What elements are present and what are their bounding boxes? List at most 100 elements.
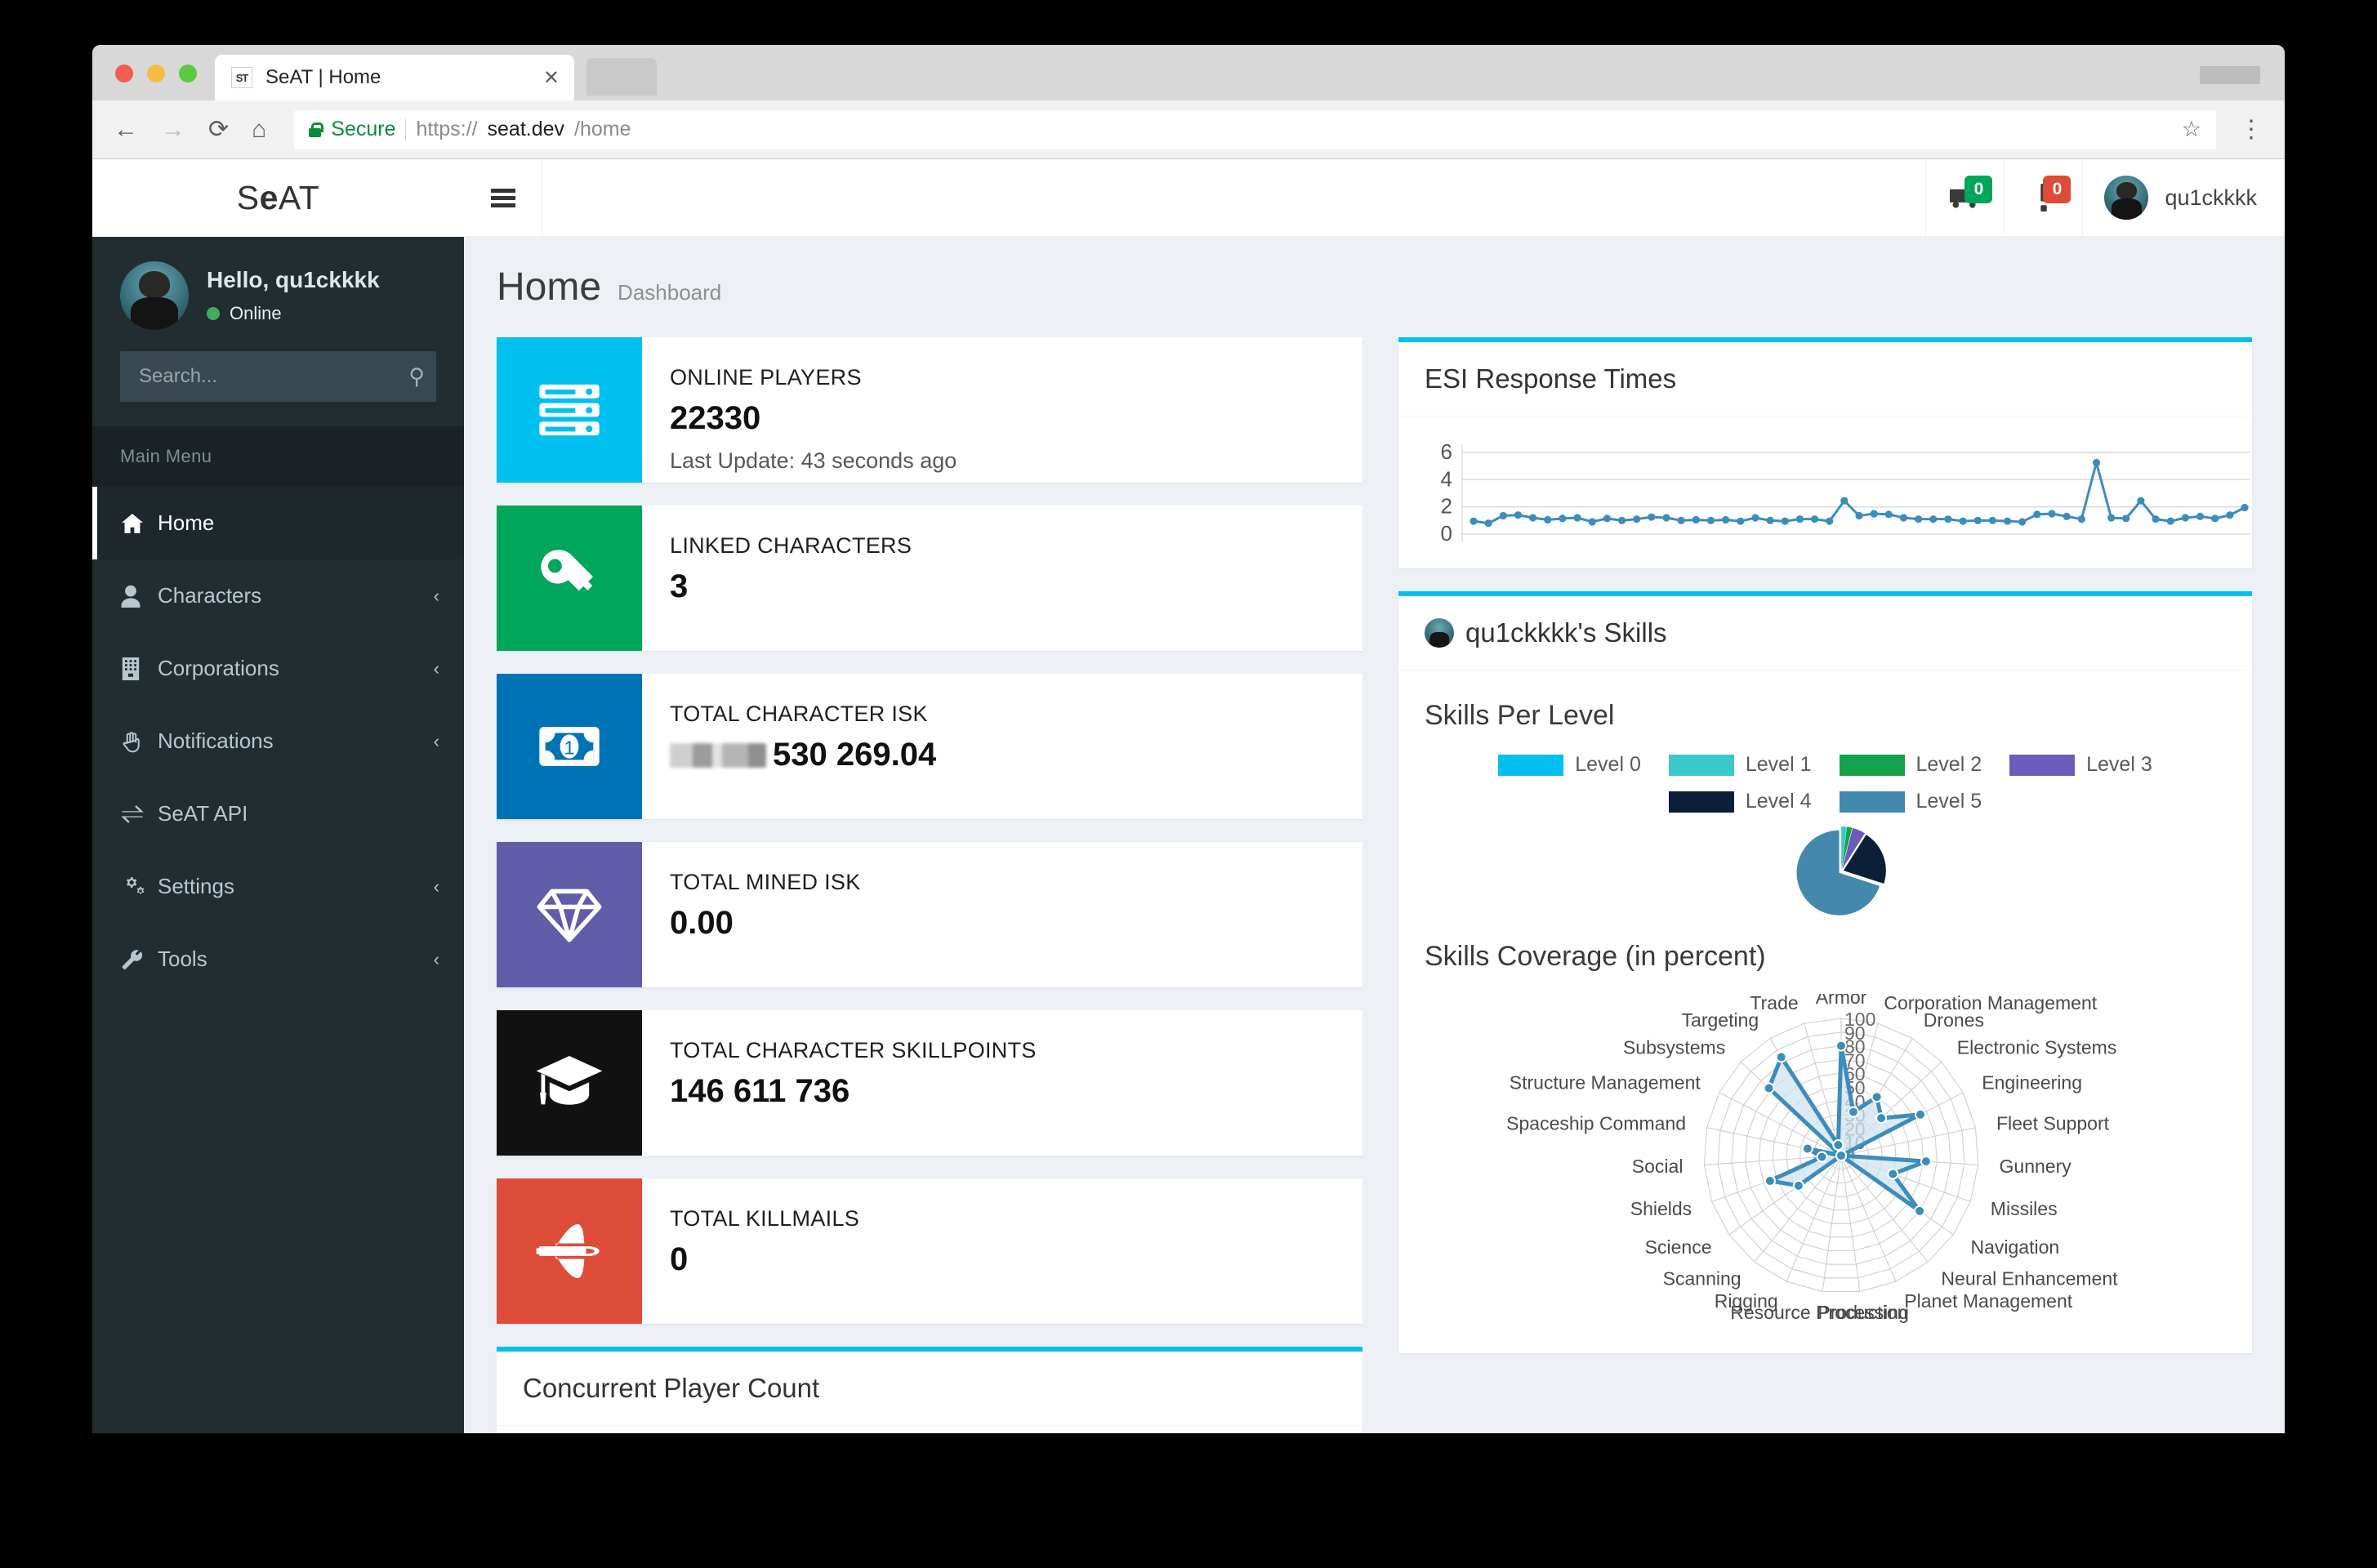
wrench-icon [120, 948, 158, 971]
favicon: ST [231, 67, 252, 88]
alerts-button[interactable]: 0 [2004, 158, 2082, 237]
stat-card-total-mined-isk[interactable]: TOTAL MINED ISK 0.00 [497, 842, 1362, 987]
skills-coverage-radar-chart: 0102030405060708090100ArmorCorporation M… [1506, 994, 2118, 1323]
svg-text:Subsystems: Subsystems [1623, 1037, 1725, 1058]
close-window-button[interactable] [115, 65, 133, 82]
space-shuttle-icon [497, 1178, 642, 1324]
sidebar-item-corporations[interactable]: Corporations ‹ [92, 632, 464, 705]
legend-label: Level 5 [1915, 790, 1982, 813]
url-host: seat.dev [487, 118, 565, 140]
minimize-window-button[interactable] [147, 65, 165, 82]
stat-card-online-players[interactable]: ONLINE PLAYERS 22330 Last Update: 43 sec… [497, 337, 1362, 483]
chevron-left-icon: ‹ [433, 730, 439, 751]
back-icon[interactable]: ← [114, 117, 138, 142]
legend-label: Level 3 [2086, 753, 2152, 776]
stat-value: 0 [670, 1241, 689, 1277]
pie-legend: Level 0 Level 1 Level 2 Level 3 Level 4 Level… [1425, 753, 2226, 813]
esi-line-chart: 02 46 [1441, 439, 2250, 546]
key-icon [497, 506, 642, 651]
top-navbar: 0 0 qu1ckkkk [464, 158, 2285, 237]
svg-text:Targeting: Targeting [1682, 1009, 1759, 1031]
stat-value: 3 [670, 568, 689, 604]
user-menu[interactable]: qu1ckkkk [2082, 158, 2285, 237]
svg-text:100: 100 [1844, 1009, 1875, 1030]
forward-icon[interactable]: → [161, 117, 185, 142]
browser-menu-icon[interactable]: ⋮ [2239, 117, 2263, 141]
card-title: ESI Response Times [1398, 342, 2252, 416]
new-tab-button[interactable] [586, 58, 657, 96]
card-title-row: qu1ckkkk's Skills [1398, 596, 2252, 670]
online-dot-icon [207, 307, 220, 320]
sidebar-item-settings[interactable]: Settings ‹ [92, 850, 464, 923]
money-bill-icon: 1 [497, 674, 642, 819]
stat-card-linked-characters[interactable]: LINKED CHARACTERS 3 [497, 506, 1362, 651]
status-badge: Online [207, 303, 380, 324]
stat-card-total-character-isk[interactable]: 1 TOTAL CHARACTER ISK 530 269.04 [497, 674, 1362, 819]
brand-bold: e [259, 179, 279, 216]
avatar [1425, 618, 1454, 648]
sidebar-item-notifications[interactable]: Notifications ‹ [92, 705, 464, 777]
home-icon[interactable]: ⌂ [252, 117, 266, 142]
svg-text:Engineering: Engineering [1982, 1072, 2082, 1094]
brand-logo[interactable]: SeAT [92, 179, 464, 217]
sidebar-item-home[interactable]: Home [92, 487, 464, 559]
concurrent-player-count-card: Concurrent Player Count [497, 1347, 1362, 1433]
sidebar-nav: Home Characters ‹ Corporations ‹ Notific… [92, 487, 464, 1433]
browser-tab[interactable]: ST SeAT | Home ✕ [215, 55, 574, 100]
chevron-left-icon: ‹ [433, 585, 439, 606]
stat-value: 0.00 [670, 905, 734, 941]
stat-card-total-character-skillpoints[interactable]: TOTAL CHARACTER SKILLPOINTS 146 611 736 [497, 1010, 1362, 1156]
sidebar-item-characters[interactable]: Characters ‹ [92, 559, 464, 632]
stat-label: TOTAL CHARACTER ISK [670, 702, 928, 726]
brand-pre: S [236, 179, 260, 216]
browser-window: ST SeAT | Home ✕ ← → ⟳ ⌂ Secure https://… [92, 45, 2285, 1433]
legend-item: Level 1 [1668, 753, 1812, 777]
stat-label: TOTAL MINED ISK [670, 870, 861, 894]
window-controls-placeholder [2200, 66, 2260, 84]
exchange-icon [120, 804, 158, 824]
stat-label: ONLINE PLAYERS [670, 365, 862, 390]
svg-text:1: 1 [564, 737, 574, 759]
deliveries-button[interactable]: 0 [1925, 158, 2004, 237]
lock-icon [309, 122, 324, 137]
app-root: SeAT Hello, qu1ckkkk Online ⚲ Main Menu [92, 158, 2285, 1433]
address-bar[interactable]: Secure https:// seat.dev/home ☆ [294, 109, 2216, 149]
skills-card: qu1ckkkk's Skills Skills Per Level Level… [1398, 591, 2252, 1353]
sidebar-item-label: SeAT API [158, 801, 248, 826]
legend-swatch [2009, 754, 2076, 776]
card-title: qu1ckkkk's Skills [1465, 617, 1667, 648]
sidebar-user-panel[interactable]: Hello, qu1ckkkk Online [92, 237, 464, 351]
legend-label: Level 2 [1915, 753, 1982, 776]
skills-per-level-title: Skills Per Level [1425, 700, 1615, 731]
legend-item: Level 4 [1668, 790, 1812, 813]
svg-text:Corporation Management: Corporation Management [1884, 994, 2097, 1013]
esi-chart-body: 02 46 [1398, 416, 2252, 568]
stat-card-total-killmails[interactable]: TOTAL KILLMAILS 0 [497, 1178, 1362, 1324]
reload-icon[interactable]: ⟳ [208, 117, 229, 142]
sidebar-item-tools[interactable]: Tools ‹ [92, 923, 464, 996]
skills-body: Skills Per Level Level 0 Level 1 Level 2 Le… [1398, 670, 2252, 1353]
legend-swatch [1839, 754, 1905, 776]
sidebar: SeAT Hello, qu1ckkkk Online ⚲ Main Menu [92, 159, 464, 1433]
tab-title: SeAT | Home [265, 66, 381, 88]
legend-item: Level 3 [2009, 753, 2152, 777]
menu-toggle-button[interactable] [464, 158, 542, 237]
skills-coverage-title: Skills Coverage (in percent) [1425, 941, 1766, 972]
username-label: qu1ckkkk [2165, 185, 2257, 210]
search-input[interactable] [120, 351, 436, 402]
sidebar-item-label: Home [158, 510, 215, 535]
left-column: ONLINE PLAYERS 22330 Last Update: 43 sec… [497, 337, 1362, 1433]
svg-text:Electronic Systems: Electronic Systems [1957, 1037, 2117, 1058]
svg-text:Navigation: Navigation [1970, 1236, 2059, 1258]
esi-response-times-card: ESI Response Times 02 46 [1398, 337, 2252, 568]
bookmark-star-icon[interactable]: ☆ [2182, 117, 2201, 142]
svg-text:Fleet Support: Fleet Support [1996, 1113, 2110, 1134]
legend-swatch [1668, 754, 1734, 776]
search-icon[interactable]: ⚲ [408, 364, 425, 390]
sidebar-item-seat-api[interactable]: SeAT API [92, 777, 464, 850]
legend-swatch [1498, 754, 1564, 776]
svg-text:4: 4 [1441, 466, 1452, 491]
maximize-window-button[interactable] [179, 65, 197, 82]
close-tab-icon[interactable]: ✕ [543, 66, 560, 90]
main-content: 0 0 qu1ckkkk Home Dashboard ONLINE PLAYE… [464, 158, 2285, 1433]
